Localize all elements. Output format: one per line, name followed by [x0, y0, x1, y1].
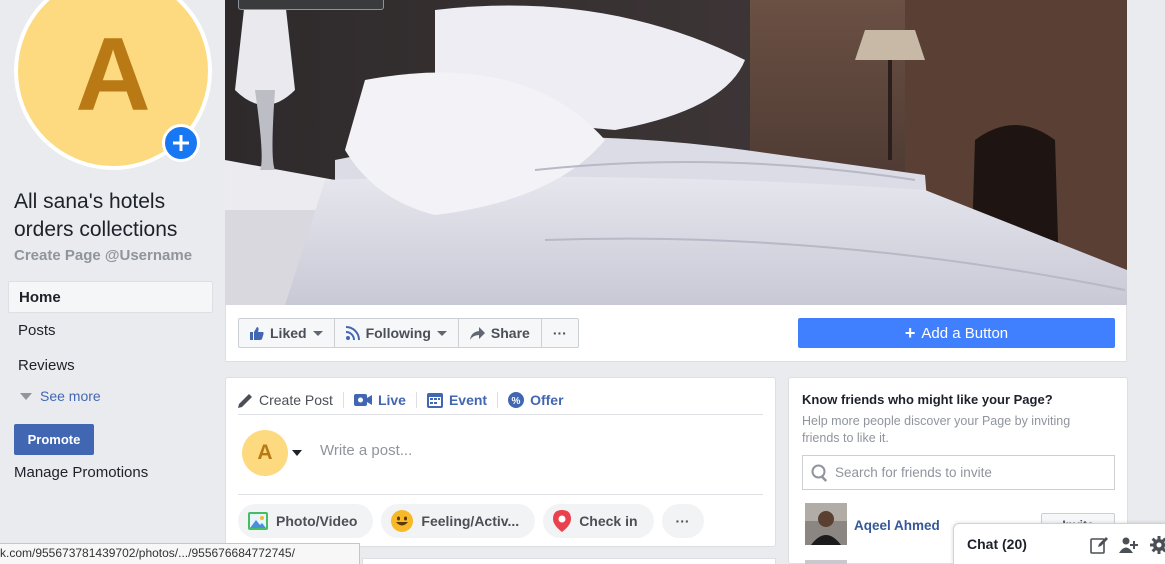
smiley-face-icon	[391, 510, 414, 532]
tab-live-label: Live	[377, 392, 406, 408]
feeling-activity-button[interactable]: Feeling/Activ...	[381, 504, 536, 538]
post-as-dropdown-icon[interactable]	[292, 450, 302, 456]
page-title[interactable]: All sana's hotels orders collections	[14, 188, 214, 244]
gear-icon[interactable]	[1150, 536, 1165, 554]
tab-event[interactable]: Event	[426, 392, 499, 408]
tab-create-post[interactable]: Create Post	[238, 392, 344, 408]
offer-tag-icon: %	[508, 392, 525, 408]
tab-live[interactable]: Live	[353, 392, 417, 408]
browser-status-url: k.com/955673781439702/photos/.../9556766…	[0, 543, 360, 564]
cover-photo[interactable]	[225, 0, 1127, 305]
create-username-link[interactable]: Create Page @Username	[14, 247, 192, 264]
see-more-link[interactable]: See more	[20, 388, 101, 404]
svg-text:%: %	[512, 396, 521, 407]
next-card-edge	[362, 558, 776, 564]
more-options-button[interactable]: ···	[542, 319, 578, 347]
tab-event-label: Event	[448, 392, 488, 408]
composer-tabs: Create Post Live Event % Offer	[238, 386, 763, 415]
rss-icon	[345, 326, 360, 340]
plus-icon: +	[904, 323, 916, 343]
composer-divider	[238, 494, 763, 495]
tab-offer-label: Offer	[530, 392, 564, 408]
calendar-icon	[426, 393, 443, 408]
photo-video-label: Photo/Video	[276, 513, 358, 529]
sidebar-item-home[interactable]: Home	[8, 281, 213, 313]
friend-photo-image	[805, 503, 847, 545]
chat-sidebar-tab[interactable]: Chat (20)	[953, 523, 1165, 564]
check-in-button[interactable]: Check in	[543, 504, 654, 538]
friend-name-link[interactable]: Aqeel Ahmed	[854, 518, 940, 533]
tab-offer[interactable]: % Offer	[508, 392, 573, 408]
add-button-label: Add a Button	[921, 324, 1009, 342]
page-actions-group: Liked Following Share ···	[238, 318, 579, 348]
chat-label: Chat (20)	[967, 536, 1027, 552]
pencil-icon	[238, 393, 252, 408]
post-composer: Create Post Live Event % Offer A Write a…	[225, 377, 776, 547]
live-video-icon	[353, 394, 372, 406]
write-post-input[interactable]: Write a post...	[320, 442, 412, 459]
friend-search-input[interactable]	[835, 465, 1095, 480]
composer-avatar[interactable]: A	[242, 430, 288, 476]
see-more-label: See more	[40, 388, 101, 404]
caret-down-icon	[312, 330, 323, 336]
share-label: Share	[490, 325, 530, 341]
search-icon	[811, 464, 828, 482]
manage-promotions-link[interactable]: Manage Promotions	[14, 464, 148, 481]
cover-image	[225, 0, 1127, 305]
thumbs-up-icon	[250, 327, 264, 340]
sidebar-item-posts[interactable]: Posts	[8, 315, 213, 347]
photo-icon	[248, 512, 268, 530]
liked-label: Liked	[270, 325, 307, 341]
share-button[interactable]: Share	[459, 319, 542, 347]
invite-card-description: Help more people discover your Page by i…	[802, 414, 1071, 445]
invite-card-title: Know friends who might like your Page?	[802, 392, 1053, 407]
share-arrow-icon	[469, 326, 485, 340]
promote-button[interactable]: Promote	[14, 424, 94, 455]
friend-avatar[interactable]	[805, 503, 847, 545]
triangle-down-icon	[20, 392, 32, 400]
location-pin-icon	[553, 510, 572, 532]
composer-actions: Photo/Video Feeling/Activ... Check in ··…	[238, 504, 704, 538]
page-action-bar: Liked Following Share ··· + Add a Button	[225, 305, 1127, 362]
check-in-label: Check in	[579, 513, 638, 529]
liked-button[interactable]: Liked	[239, 319, 335, 347]
caret-down-icon	[436, 330, 447, 336]
plus-icon	[173, 135, 189, 151]
add-profile-photo-button[interactable]	[162, 124, 200, 162]
new-message-icon[interactable]	[1090, 536, 1108, 554]
add-a-button[interactable]: + Add a Button	[798, 318, 1115, 348]
following-button[interactable]: Following	[335, 319, 459, 347]
chat-controls	[1090, 536, 1165, 554]
sidebar-item-reviews[interactable]: Reviews	[8, 350, 213, 382]
photo-video-button[interactable]: Photo/Video	[238, 504, 374, 538]
friend-avatar[interactable]	[805, 560, 847, 564]
following-label: Following	[365, 325, 431, 341]
cover-overlay-button[interactable]	[238, 0, 384, 10]
profile-letter: A	[75, 17, 151, 133]
feeling-activity-label: Feeling/Activ...	[421, 513, 520, 529]
friend-search-box[interactable]	[802, 455, 1115, 490]
create-group-icon[interactable]	[1119, 536, 1139, 554]
tab-create-post-label: Create Post	[259, 392, 333, 408]
composer-more-button[interactable]: ···	[661, 504, 704, 538]
